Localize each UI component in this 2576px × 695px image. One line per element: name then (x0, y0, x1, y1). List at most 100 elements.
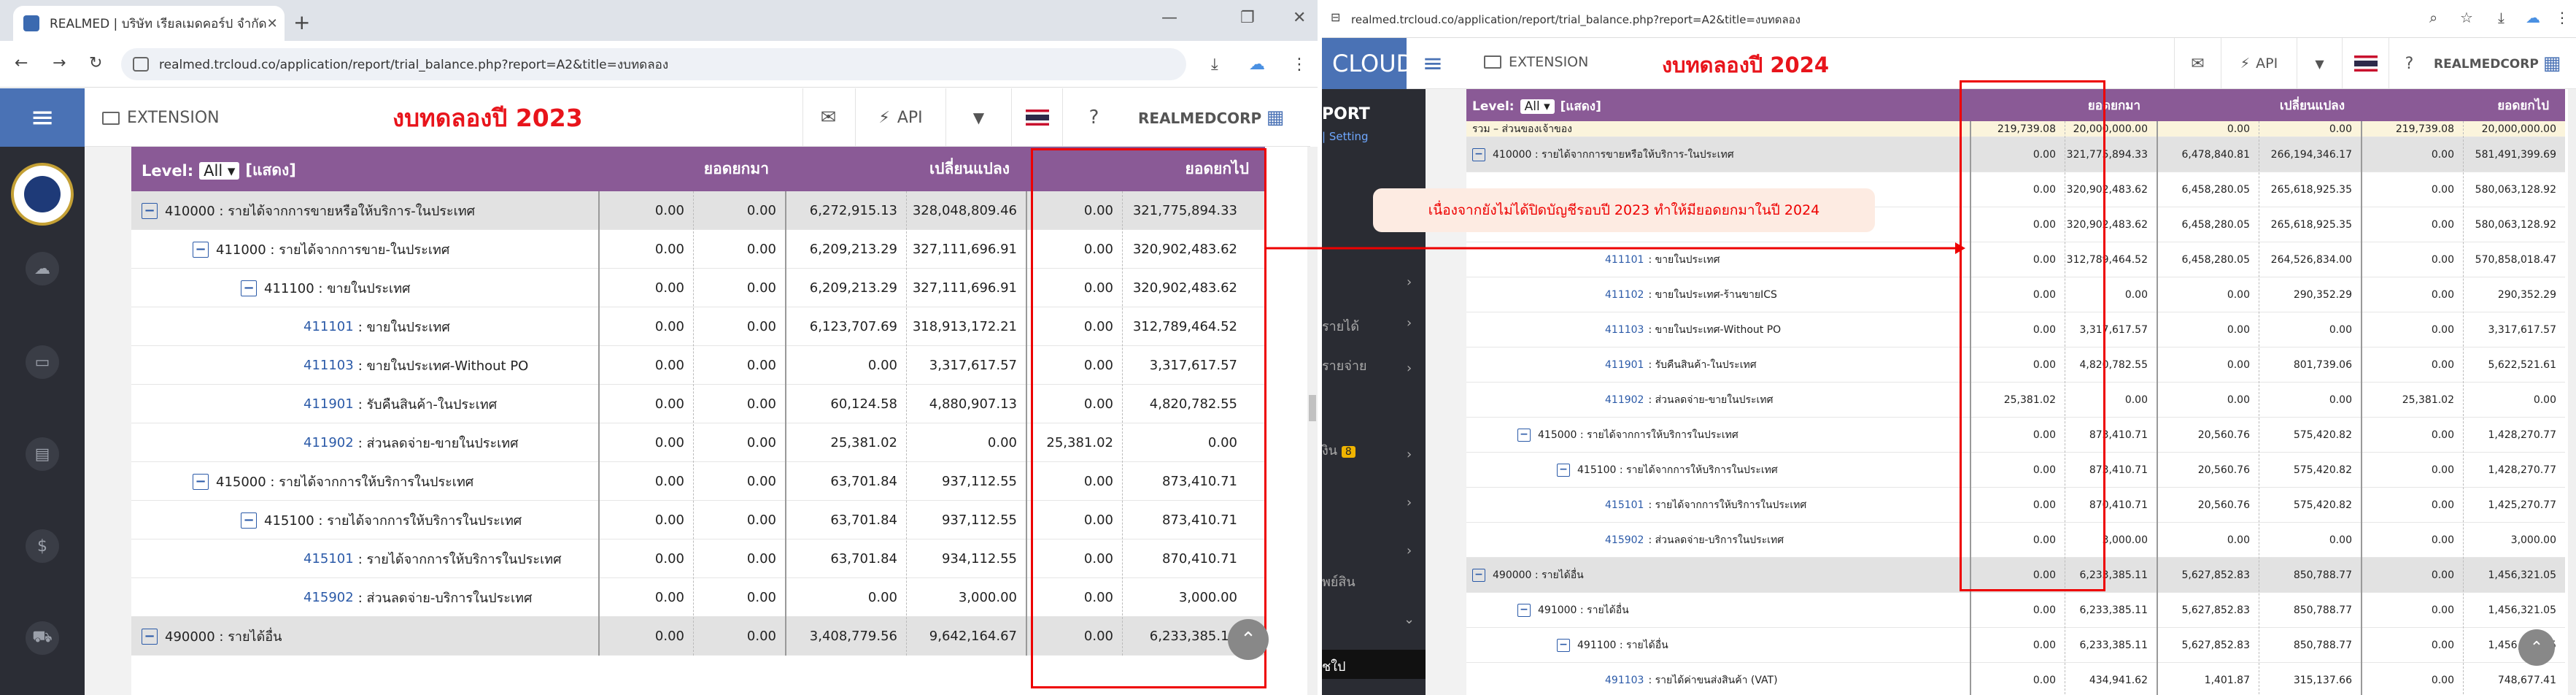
scroll-top-icon[interactable]: ⌃ (2518, 629, 2555, 666)
address-text: realmed.trcloud.co/application/report/tr… (159, 57, 669, 72)
amount-cell: 63,701.84 (830, 551, 897, 567)
site-info-icon[interactable]: ⊟ (1331, 10, 1340, 24)
account-label: 411901: รับคืนสินค้า-ในประเทศ (303, 385, 598, 423)
new-tab-icon[interactable]: + (293, 10, 310, 34)
collapse-toggle-icon[interactable]: − (1472, 148, 1485, 161)
account-name: 415100 : รายได้จากการให้บริการในประเทศ (264, 513, 522, 529)
collapse-toggle-icon[interactable]: − (1557, 639, 1570, 652)
level-select[interactable]: All ▾ (199, 161, 240, 180)
back-icon[interactable]: ← (15, 54, 28, 72)
scroll-top-icon[interactable]: ⌃ (1228, 619, 1269, 660)
account-code-link[interactable]: 411103 (303, 358, 354, 373)
amount-cell: 0.00 (2227, 289, 2250, 301)
close-tab-icon[interactable]: ✕ (267, 16, 278, 31)
help-icon[interactable]: ? (1062, 88, 1125, 147)
collapse-toggle-icon[interactable]: − (142, 202, 158, 219)
app-sidebar: ☁ ▭ ▤ $ ⛟ (0, 147, 85, 695)
monitor-icon (102, 111, 120, 125)
dropdown-icon[interactable]: ▼ (945, 88, 1011, 147)
collapse-toggle-icon[interactable]: − (241, 512, 257, 529)
show-link[interactable]: [แสดง] (245, 158, 295, 183)
mail-icon[interactable]: ✉ (2174, 38, 2221, 89)
cloud-icon[interactable]: ☁ (26, 252, 59, 285)
collapse-toggle-icon[interactable]: − (1557, 464, 1570, 477)
dropdown-icon[interactable]: ▼ (2297, 38, 2342, 89)
account-code-link[interactable]: 411902 (303, 435, 354, 450)
account-code-link[interactable]: 411901 (1605, 359, 1644, 371)
side-item-active[interactable]: ชใป (1322, 650, 1426, 679)
browser-tab[interactable]: REALMED | บริษัท เรียลเมดคอร์ป จำกัด ✕ (13, 6, 285, 41)
col-header-change: เปลี่ยนแปลง (2279, 98, 2345, 113)
collapse-toggle-icon[interactable]: − (1472, 569, 1485, 582)
scrollbar[interactable] (1307, 147, 1318, 695)
close-window-icon[interactable]: ✕ (1293, 9, 1306, 27)
download-icon[interactable]: ⤓ (1211, 55, 1218, 74)
monitor-icon[interactable]: ▭ (26, 345, 59, 379)
mail-icon[interactable]: ✉ (802, 88, 854, 147)
account-code-link[interactable]: 411902 (1605, 394, 1644, 406)
collapse-toggle-icon[interactable]: − (142, 628, 158, 645)
level-select[interactable]: All ▾ (1520, 99, 1555, 114)
dollar-icon[interactable]: $ (26, 529, 59, 563)
account-code-link[interactable]: 411901 (303, 396, 354, 412)
amount-cell: 0.00 (2533, 394, 2556, 406)
side-item-report[interactable]: PORT (1322, 105, 1370, 123)
account-code-link[interactable]: 415902 (303, 590, 354, 605)
api-menu[interactable]: ⚡ API (855, 88, 945, 147)
amount-cell: 0.00 (2431, 604, 2454, 616)
col-header-opening: ยอดยกมา (703, 160, 769, 177)
extension-icon[interactable]: ☁ (2526, 9, 2540, 26)
account-label: 411901: รับคืนสินค้า-ในประเทศ (1605, 348, 1970, 383)
collapse-toggle-icon[interactable]: − (241, 280, 257, 296)
account-name: 490000 : รายได้อื่น (1493, 569, 1584, 581)
cart-icon[interactable]: ⛟ (26, 621, 59, 655)
reload-icon[interactable]: ↻ (89, 54, 102, 72)
extension-menu[interactable]: EXTENSION (102, 109, 220, 127)
menu-icon[interactable]: ⋮ (2555, 9, 2569, 26)
menu-icon[interactable]: ⋮ (1291, 55, 1307, 74)
minimize-icon[interactable]: — (1161, 9, 1177, 27)
extension-icon[interactable]: ☁ (1249, 55, 1265, 74)
forward-icon[interactable]: → (53, 54, 66, 72)
account-code-link[interactable]: 411102 (1605, 289, 1644, 301)
language-flag[interactable] (2342, 38, 2389, 89)
show-link[interactable]: [แสดง] (1560, 96, 1601, 116)
amount-cell: 1,428,270.77 (2488, 429, 2556, 441)
api-menu[interactable]: ⚡ API (2221, 38, 2297, 89)
amount-cell: 6,123,707.69 (809, 319, 897, 334)
account-code-link[interactable]: 415101 (303, 551, 354, 567)
amount-cell: 0.00 (654, 358, 684, 373)
hamburger-icon[interactable]: ≡ (1411, 38, 1455, 89)
language-flag[interactable] (1011, 88, 1062, 147)
side-item-setting[interactable]: | Setting (1322, 130, 1369, 143)
site-info-icon[interactable] (133, 57, 149, 72)
hamburger-icon[interactable]: ≡ (0, 88, 85, 147)
collapse-toggle-icon[interactable]: − (1517, 429, 1531, 442)
account-code-link[interactable]: 411103 (1605, 324, 1644, 336)
star-icon[interactable]: ☆ (2460, 9, 2473, 26)
side-item-expense[interactable]: รายจ่าย (1322, 355, 1367, 376)
scrollbar[interactable] (2568, 89, 2576, 695)
download-icon[interactable]: ⤓ (2498, 9, 2505, 26)
collapse-toggle-icon[interactable]: − (193, 241, 209, 258)
collapse-toggle-icon[interactable]: − (1517, 604, 1531, 617)
amount-cell: 219,739.08 (2395, 123, 2454, 135)
building-icon: ▦ (2542, 53, 2561, 74)
collapse-toggle-icon[interactable]: − (193, 473, 209, 490)
address-bar[interactable]: realmed.trcloud.co/application/report/tr… (121, 48, 1186, 80)
zoom-icon[interactable]: ⌕ (2429, 9, 2437, 26)
account-code-link[interactable]: 411101 (303, 319, 354, 334)
side-item-finance[interactable]: งิน 8 (1322, 439, 1355, 461)
book-icon[interactable]: ▤ (26, 437, 59, 471)
extension-label: EXTENSION (127, 109, 220, 127)
account-code-link[interactable]: 415902 (1605, 534, 1644, 546)
side-item-asset[interactable]: พย์สิน (1322, 571, 1355, 592)
extension-menu[interactable]: EXTENSION (1484, 54, 1588, 70)
amount-cell: 575,420.82 (2293, 464, 2352, 476)
help-icon[interactable]: ? (2389, 38, 2429, 89)
account-code-link[interactable]: 491103 (1605, 675, 1644, 686)
amount-cell: 1,401.87 (2204, 675, 2250, 686)
side-item-income[interactable]: รายได้ (1322, 315, 1359, 337)
account-code-link[interactable]: 415101 (1605, 499, 1644, 511)
restore-icon[interactable]: ❐ (1240, 9, 1255, 27)
